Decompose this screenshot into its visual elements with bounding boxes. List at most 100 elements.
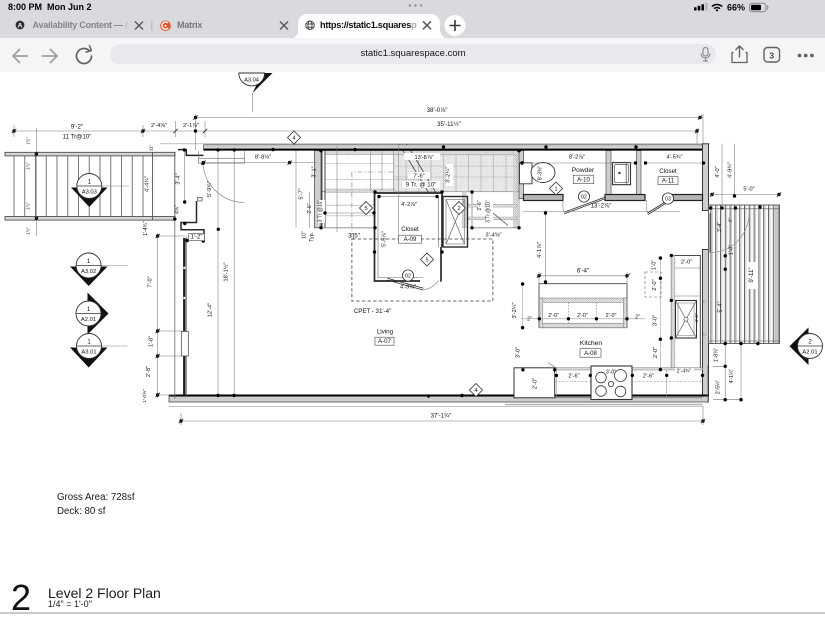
- svg-text:2'-0": 2'-0": [548, 313, 559, 319]
- svg-text:2'-6": 2'-6": [568, 374, 579, 380]
- svg-text:4'-2⅞": 4'-2⅞": [401, 202, 417, 208]
- svg-text:Powder: Powder: [572, 167, 595, 174]
- svg-text:2'-0": 2'-0": [652, 279, 658, 290]
- svg-text:12'-4": 12'-4": [208, 303, 214, 317]
- svg-text:13'-2⅞": 13'-2⅞": [591, 203, 612, 210]
- svg-text:8'-8⅛": 8'-8⅛": [255, 155, 271, 161]
- svg-text:1½": 1½": [26, 162, 31, 170]
- svg-text:9'-2": 9'-2": [71, 124, 83, 131]
- svg-text:2'-0": 2'-0": [533, 378, 539, 389]
- svg-text:4'-4¾": 4'-4¾": [145, 176, 151, 192]
- svg-text:2'-6": 2'-6": [643, 374, 654, 380]
- svg-text:2'-1⅞": 2'-1⅞": [183, 123, 199, 129]
- svg-text:2'-6": 2'-6": [307, 203, 313, 213]
- svg-text:3: 3: [769, 51, 774, 61]
- svg-text:11 Tr@10": 11 Tr@10": [63, 134, 92, 141]
- svg-text:6'-4": 6'-4": [577, 268, 589, 275]
- svg-text:3 Tr.@10": 3 Tr.@10": [486, 200, 492, 223]
- svg-text:4: 4: [474, 388, 477, 394]
- svg-text:3'-0": 3'-0": [516, 347, 522, 358]
- svg-text:5: 5: [425, 258, 428, 264]
- svg-text:5'-4": 5'-4": [718, 301, 724, 312]
- svg-text:1'-0": 1'-0": [652, 260, 658, 270]
- svg-text:3 Tr.@10": 3 Tr.@10": [318, 199, 324, 222]
- svg-text:1'-0⅝": 1'-0⅝": [142, 389, 148, 403]
- svg-text:2'-0": 2'-0": [653, 347, 659, 358]
- svg-text:13'-8⅞": 13'-8⅞": [414, 155, 433, 161]
- svg-text:5'-5⅞": 5'-5⅞": [382, 231, 388, 247]
- svg-text:3'-0": 3'-0": [653, 315, 659, 326]
- svg-text:02: 02: [581, 194, 587, 200]
- svg-text:1½": 1½": [26, 227, 31, 235]
- svg-text:3'-4⅝": 3'-4⅝": [486, 233, 502, 239]
- svg-text:1'-0": 1'-0": [729, 245, 735, 255]
- svg-text:4'-1⅞": 4'-1⅞": [537, 242, 543, 258]
- svg-text:1'-8": 1'-8": [149, 336, 155, 347]
- svg-text:A3.04: A3.04: [244, 78, 259, 84]
- svg-text:5'-9¾": 5'-9¾": [207, 181, 213, 197]
- svg-text:2'-0": 2'-0": [681, 260, 692, 266]
- svg-text:66%: 66%: [727, 3, 745, 13]
- svg-text:5'-0": 5'-0": [743, 187, 754, 193]
- svg-text:Kitchen: Kitchen: [580, 340, 602, 347]
- svg-text:1'-8⅝": 1'-8⅝": [714, 348, 720, 363]
- svg-text:3'-4": 3'-4": [176, 173, 182, 184]
- svg-text:A3.02: A3.02: [81, 269, 96, 275]
- svg-text:37'-1¾": 37'-1¾": [431, 413, 452, 420]
- svg-text:8'-3⅜": 8'-3⅜": [538, 166, 544, 181]
- svg-text:10": 10": [302, 231, 308, 239]
- svg-text:Closet: Closet: [659, 168, 677, 175]
- svg-text:4'-5¾": 4'-5¾": [667, 155, 683, 161]
- svg-text:3": 3": [728, 218, 733, 223]
- svg-text:CPET - 31'-4": CPET - 31'-4": [354, 308, 391, 315]
- svg-text:3'-4": 3'-4": [717, 222, 723, 232]
- svg-text:5'-7": 5'-7": [299, 188, 305, 199]
- svg-text:02: 02: [405, 273, 411, 279]
- svg-text:1½": 1½": [26, 137, 31, 145]
- svg-text:8'-2⅞": 8'-2⅞": [569, 155, 585, 161]
- svg-text:Living: Living: [377, 329, 394, 336]
- svg-text:7'-0": 7'-0": [148, 276, 154, 287]
- svg-text:35'-11½": 35'-11½": [437, 121, 461, 128]
- svg-text:2: 2: [457, 206, 460, 212]
- svg-text:3'-1": 3'-1": [312, 166, 318, 177]
- svg-text:3'-2¼": 3'-2¼": [512, 303, 518, 319]
- svg-text:18'-1½": 18'-1½": [223, 262, 230, 281]
- svg-text:A: A: [18, 23, 23, 30]
- svg-text:38'-0⅞": 38'-0⅞": [427, 107, 448, 114]
- svg-text:A-08: A-08: [584, 351, 597, 357]
- svg-text:5: 5: [364, 206, 367, 212]
- svg-text:A-10: A-10: [577, 178, 590, 184]
- svg-text:2'-0": 2'-0": [577, 313, 588, 319]
- svg-text:1½": 1½": [26, 202, 31, 210]
- svg-text:3'-0": 3'-0": [606, 370, 616, 376]
- svg-text:2'-6": 2'-6": [477, 200, 483, 210]
- svg-text:2'-4¾": 2'-4¾": [677, 369, 692, 375]
- svg-text:2'-4⅝": 2'-4⅝": [151, 123, 167, 129]
- svg-text:4'-9¾": 4'-9¾": [728, 162, 734, 178]
- svg-text:A3.01: A3.01: [81, 350, 96, 356]
- svg-text:Closet: Closet: [401, 226, 419, 233]
- svg-text:4'-9⅞": 4'-9⅞": [400, 285, 416, 291]
- svg-text:A2.01: A2.01: [81, 317, 96, 323]
- svg-text:2'-0": 2'-0": [606, 313, 617, 319]
- svg-text:2": 2": [635, 315, 640, 321]
- svg-text:4: 4: [292, 136, 295, 142]
- svg-text:2": 2": [527, 317, 532, 323]
- svg-text:A-07: A-07: [378, 339, 391, 345]
- svg-text:4⅝": 4⅝": [175, 205, 181, 214]
- svg-text:4'-0": 4'-0": [694, 313, 699, 323]
- svg-text:1'-4¾": 1'-4¾": [143, 221, 149, 236]
- svg-text:A-09: A-09: [404, 237, 417, 243]
- svg-text:A2.01: A2.01: [802, 350, 817, 356]
- svg-text:1'-2": 1'-2": [191, 235, 203, 241]
- svg-text:4'-0": 4'-0": [715, 166, 721, 177]
- svg-text:3'-2¼": 3'-2¼": [446, 167, 452, 183]
- svg-text:4'-1¼": 4'-1¼": [729, 369, 735, 384]
- svg-text:3'|5": 3'|5": [348, 233, 360, 240]
- svg-text:2'-5¼": 2'-5¼": [716, 380, 722, 395]
- svg-text:2'-8": 2'-8": [146, 366, 152, 377]
- svg-text:7'-6": 7'-6": [413, 174, 424, 180]
- svg-text:9'-11": 9'-11": [748, 267, 755, 282]
- svg-text:9 Tr. @ 10": 9 Tr. @ 10": [406, 182, 437, 189]
